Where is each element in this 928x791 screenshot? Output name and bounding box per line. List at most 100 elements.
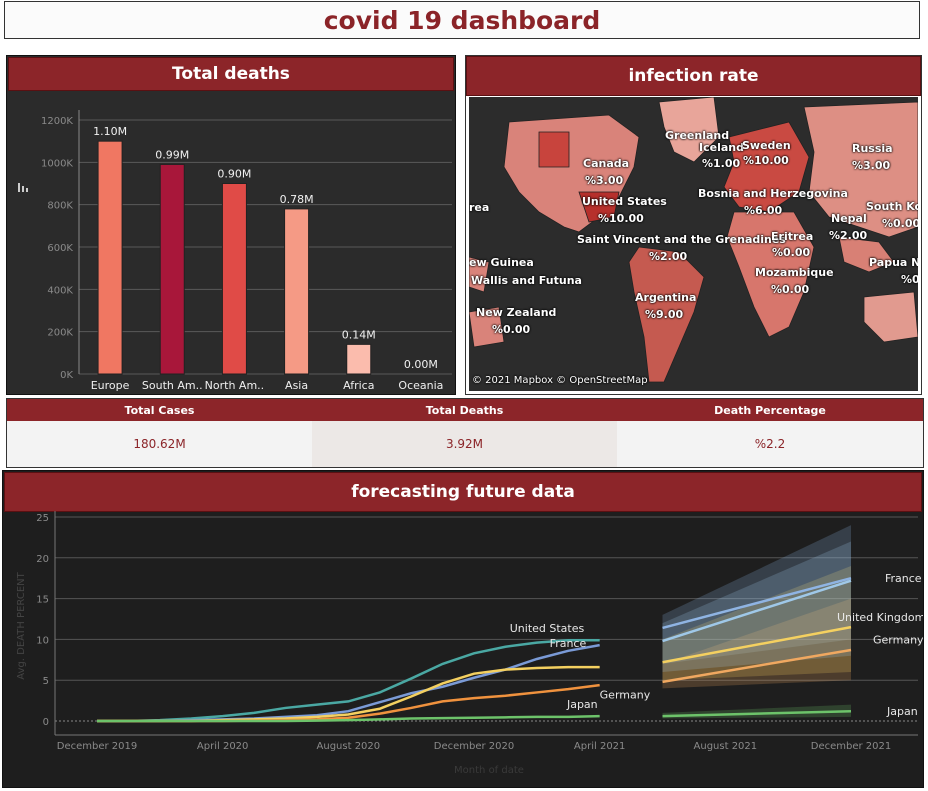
kpi-total-deaths-label: Total Deaths <box>312 399 617 421</box>
map-label-canada: Canada <box>583 157 630 170</box>
line-y-tick: 20 <box>36 554 49 565</box>
kpi-total-cases-label: Total Cases <box>7 399 312 421</box>
world-map[interactable]: Greenland Iceland %1.00 Sweden %10.00 Ru… <box>469 97 918 391</box>
bar-data-label: 1.10M <box>93 125 127 138</box>
bar-y-tick: 0K <box>60 370 73 381</box>
map-label-bosnia: Bosnia and Herzegovina <box>698 187 848 200</box>
line-x-tick: December 2021 <box>811 741 891 752</box>
map-label-new-zealand: New Zealand <box>476 306 557 319</box>
map-label-wallis: Wallis and Futuna <box>471 274 582 287</box>
line-y-tick: 0 <box>43 717 49 728</box>
map-label-mozambique: Mozambique <box>755 266 834 279</box>
map-label-new-guinea: ew Guinea <box>469 256 534 269</box>
line-x-tick: August 2020 <box>317 741 381 752</box>
map-value-sweden: %10.00 <box>743 154 789 167</box>
bar-data-label: 0.78M <box>280 193 314 206</box>
series-label: United States <box>510 622 585 635</box>
canada-highlight <box>538 131 570 168</box>
map-label-united-states: United States <box>582 195 667 208</box>
line-y-tick: 10 <box>36 635 49 646</box>
map-value-united-states: %10.00 <box>598 212 644 225</box>
bar-y-tick: 1000K <box>41 158 73 169</box>
bar[interactable] <box>346 343 372 375</box>
map-value-mozambique: %0.00 <box>771 283 810 296</box>
infection-rate-title: infection rate <box>628 66 759 86</box>
map-value-papua: %0 <box>901 273 918 286</box>
infection-rate-header: infection rate <box>466 56 921 96</box>
line-x-tick: April 2021 <box>574 741 625 752</box>
bar[interactable] <box>284 208 310 375</box>
kpi-total-cases: Total Cases 180.62M <box>7 399 312 467</box>
kpi-death-percentage: Death Percentage %2.2 <box>617 399 923 467</box>
bar-x-tick: Asia <box>285 379 308 392</box>
bar-y-tick: 400K <box>47 285 73 296</box>
dashboard-title-bar: covid 19 dashboard <box>4 1 920 39</box>
bar-x-tick: Oceania <box>398 379 443 392</box>
line-x-axis-title: Month of date <box>454 765 524 776</box>
map-value-eritrea: %0.00 <box>772 246 811 259</box>
kpi-total-deaths-value: 3.92M <box>445 437 484 451</box>
bar-chart: 0K 200K 400K 600K 800K 1000K 1200K 1.10M Europe 0… <box>41 110 452 392</box>
map-value-nepal: %2.00 <box>829 229 868 242</box>
map-label-eritrea: Eritrea <box>771 230 814 243</box>
forecast-header: forecasting future data <box>4 472 922 512</box>
map-value-new-zealand: %0.00 <box>492 323 531 336</box>
map-value-saint-vincent: %2.00 <box>649 250 688 263</box>
line-x-tick: August 2021 <box>694 741 758 752</box>
map-label-iceland: Iceland <box>699 141 744 154</box>
line-y-tick: 25 <box>36 513 49 524</box>
line-y-tick: 15 <box>36 595 49 606</box>
infection-rate-panel: infection rate Greenland Iceland %1.00 S… <box>465 55 922 395</box>
series-label: United Kingdom <box>837 611 923 624</box>
bar-y-tick: 1200K <box>41 116 73 127</box>
kpi-total-cases-value: 180.62M <box>133 437 186 451</box>
bar-data-label: 0.99M <box>155 148 189 161</box>
map-value-bosnia: %6.00 <box>744 204 783 217</box>
kpi-total-deaths: Total Deaths 3.92M <box>312 399 617 467</box>
bar-y-tick: 200K <box>47 328 73 339</box>
series-label: France <box>550 637 587 650</box>
total-deaths-header: Total deaths <box>8 57 454 91</box>
map-label-saint-vincent: Saint Vincent and the Grenadines <box>577 233 786 246</box>
map-value-russia: %3.00 <box>852 159 891 172</box>
map-label-argentina: Argentina <box>635 291 697 304</box>
map-label-south-korea: South Ko <box>866 200 918 213</box>
series-label: Germany <box>873 633 923 646</box>
forecast-panel: forecasting future data 0 5 10 15 20 25 Decemb… <box>2 470 924 788</box>
forecast-title: forecasting future data <box>351 482 575 502</box>
bar-x-tick: South Am.. <box>142 379 203 392</box>
australia-shape <box>863 291 918 343</box>
line-x-tick: April 2020 <box>197 741 248 752</box>
line-x-tick: December 2019 <box>57 741 137 752</box>
map-label-sweden: Sweden <box>742 139 791 152</box>
series-label: France <box>885 572 922 585</box>
map-label-korea-fragment: rea <box>469 201 490 214</box>
map-label-papua: Papua Ne <box>869 256 918 269</box>
kpi-death-percentage-value: %2.2 <box>754 437 786 451</box>
bar-x-tick: Africa <box>343 379 374 392</box>
map-attribution[interactable]: © 2021 Mapbox © OpenStreetMap <box>472 375 648 386</box>
bar-x-tick: Europe <box>91 379 130 392</box>
dashboard-title: covid 19 dashboard <box>323 5 601 35</box>
kpi-row: Total Cases 180.62M Total Deaths 3.92M D… <box>6 398 924 468</box>
bar[interactable] <box>159 163 185 375</box>
map-label-nepal: Nepal <box>831 212 867 225</box>
map-value-argentina: %9.00 <box>645 308 684 321</box>
bar-data-label: 0.00M <box>404 358 438 371</box>
line-y-tick: 5 <box>43 676 49 687</box>
series-line[interactable] <box>97 643 600 723</box>
bar-y-tick: 600K <box>47 243 73 254</box>
kpi-death-percentage-label: Death Percentage <box>617 399 923 421</box>
total-deaths-title: Total deaths <box>172 64 290 84</box>
line-x-tick: December 2020 <box>434 741 514 752</box>
bar-x-tick: North Am.. <box>205 379 265 392</box>
bar[interactable] <box>97 140 123 375</box>
bar[interactable] <box>221 183 247 375</box>
total-deaths-panel: Total deaths 0K 200K 400K 600K 800K 1000K 1200… <box>6 55 456 395</box>
bar-data-label: 0.14M <box>342 328 376 341</box>
map-value-iceland: %1.00 <box>702 157 741 170</box>
line-y-axis-title: Avg. DEATH PERCENT <box>16 571 27 679</box>
series-label: Japan <box>886 705 918 718</box>
series-label: Japan <box>566 698 598 711</box>
map-value-south-korea: %0.00 <box>882 217 918 230</box>
